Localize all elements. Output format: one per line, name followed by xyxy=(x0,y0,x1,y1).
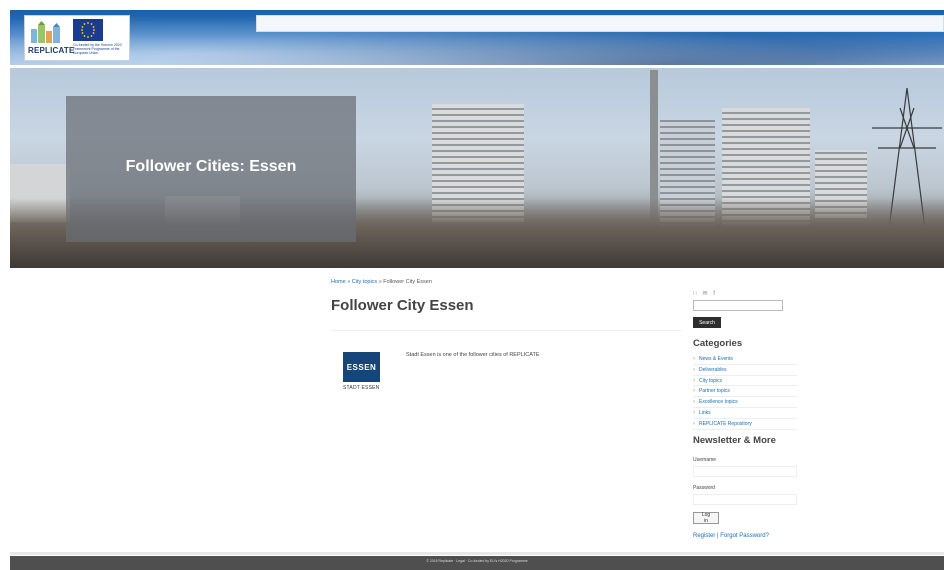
footer-divider xyxy=(10,552,944,555)
hero-banner: Follower Cities: Essen xyxy=(10,68,944,268)
category-link-news-events[interactable]: News & Events xyxy=(693,354,797,365)
banner-title: Follower Cities: Essen xyxy=(125,158,297,175)
category-link-deliverables[interactable]: Deliverables xyxy=(693,365,797,376)
password-field[interactable] xyxy=(693,494,797,505)
social-feed-icons: ∷ ✉ f xyxy=(693,290,717,297)
search-input[interactable] xyxy=(693,300,783,311)
password-label: Password xyxy=(693,485,715,491)
username-field[interactable] xyxy=(693,466,797,477)
eu-caption: Co-funded by the Horizon 2020 Framework … xyxy=(73,43,122,55)
login-button[interactable]: Log in xyxy=(693,512,719,524)
username-label: Username xyxy=(693,457,717,463)
essen-logo: ESSEN STADT ESSEN xyxy=(343,352,383,394)
email-icon[interactable]: ✉ xyxy=(703,291,710,297)
essen-logo-mark: ESSEN xyxy=(343,352,380,382)
category-link-city-topics[interactable]: City topics xyxy=(693,376,797,387)
eu-flag-icon xyxy=(73,19,103,41)
category-link-excellence-topics[interactable]: Excellence topics xyxy=(693,397,797,408)
category-link-repository[interactable]: REPLICATE Repository xyxy=(693,419,797,430)
intro-text: Stadt Essen is one of the follower citie… xyxy=(406,352,540,358)
site-header: REPLICATE Co-funded by the Horizon 2020 … xyxy=(10,10,944,65)
replicate-buildings-icon xyxy=(31,21,60,43)
category-link-links[interactable]: Links xyxy=(693,408,797,419)
categories-heading: Categories xyxy=(693,338,743,349)
breadcrumb: Home » City topics » Follower City Essen xyxy=(331,279,432,285)
category-link-partner-topics[interactable]: Partner topics xyxy=(693,386,797,398)
page-title: Follower City Essen xyxy=(331,297,474,314)
footer-text: © 2016 Replicate · Legal · Co-funded by … xyxy=(426,559,528,563)
site-logo[interactable]: REPLICATE Co-funded by the Horizon 2020 … xyxy=(24,15,130,61)
facebook-icon[interactable]: f xyxy=(713,291,717,297)
banner-title-overlay: Follower Cities: Essen xyxy=(66,96,356,242)
breadcrumb-current: Follower City Essen xyxy=(383,279,432,285)
top-navigation-bar[interactable] xyxy=(256,15,944,32)
title-divider xyxy=(331,330,681,331)
site-footer: © 2016 Replicate · Legal · Co-funded by … xyxy=(10,556,944,570)
newsletter-heading: Newsletter & More xyxy=(693,435,776,446)
breadcrumb-home-link[interactable]: Home xyxy=(331,279,346,285)
essen-logo-subtitle: STADT ESSEN xyxy=(343,385,380,391)
search-button[interactable]: Search xyxy=(693,317,721,328)
rss-icon[interactable]: ∷ xyxy=(693,291,699,297)
logo-text: REPLICATE xyxy=(28,46,75,55)
breadcrumb-city-topics-link[interactable]: City topics xyxy=(352,279,377,285)
register-forgot-password-link[interactable]: Register | Forgot Password? xyxy=(693,533,769,539)
categories-list: News & Events Deliverables City topics P… xyxy=(693,354,797,430)
